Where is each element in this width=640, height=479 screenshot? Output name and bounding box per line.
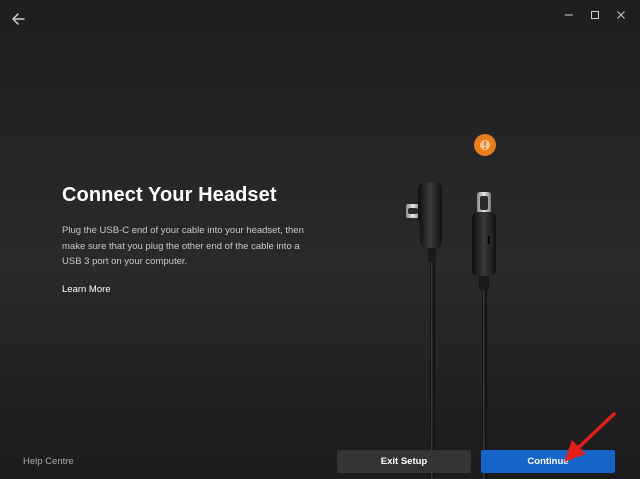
maximize-icon xyxy=(591,11,599,19)
page-title: Connect Your Headset xyxy=(62,184,277,206)
exit-setup-button[interactable]: Exit Setup xyxy=(337,450,471,473)
straight-connector xyxy=(472,192,496,479)
setup-window: Connect Your Headset Plug the USB-C end … xyxy=(0,0,640,479)
minimize-icon xyxy=(565,14,573,16)
continue-button[interactable]: Continue xyxy=(481,450,615,473)
back-arrow-icon xyxy=(12,13,25,25)
right-angle-connector xyxy=(406,182,442,479)
learn-more-link[interactable]: Learn More xyxy=(62,284,111,295)
minimize-button[interactable] xyxy=(556,4,582,26)
usb-c-cable-illustration xyxy=(406,134,496,479)
back-button[interactable] xyxy=(8,9,28,29)
help-centre-link[interactable]: Help Centre xyxy=(23,456,74,467)
alert-icon xyxy=(474,134,496,156)
window-controls xyxy=(556,4,634,26)
page-description: Plug the USB-C end of your cable into yo… xyxy=(62,225,304,267)
close-button[interactable] xyxy=(608,4,634,26)
close-icon xyxy=(617,11,625,19)
maximize-button[interactable] xyxy=(582,4,608,26)
